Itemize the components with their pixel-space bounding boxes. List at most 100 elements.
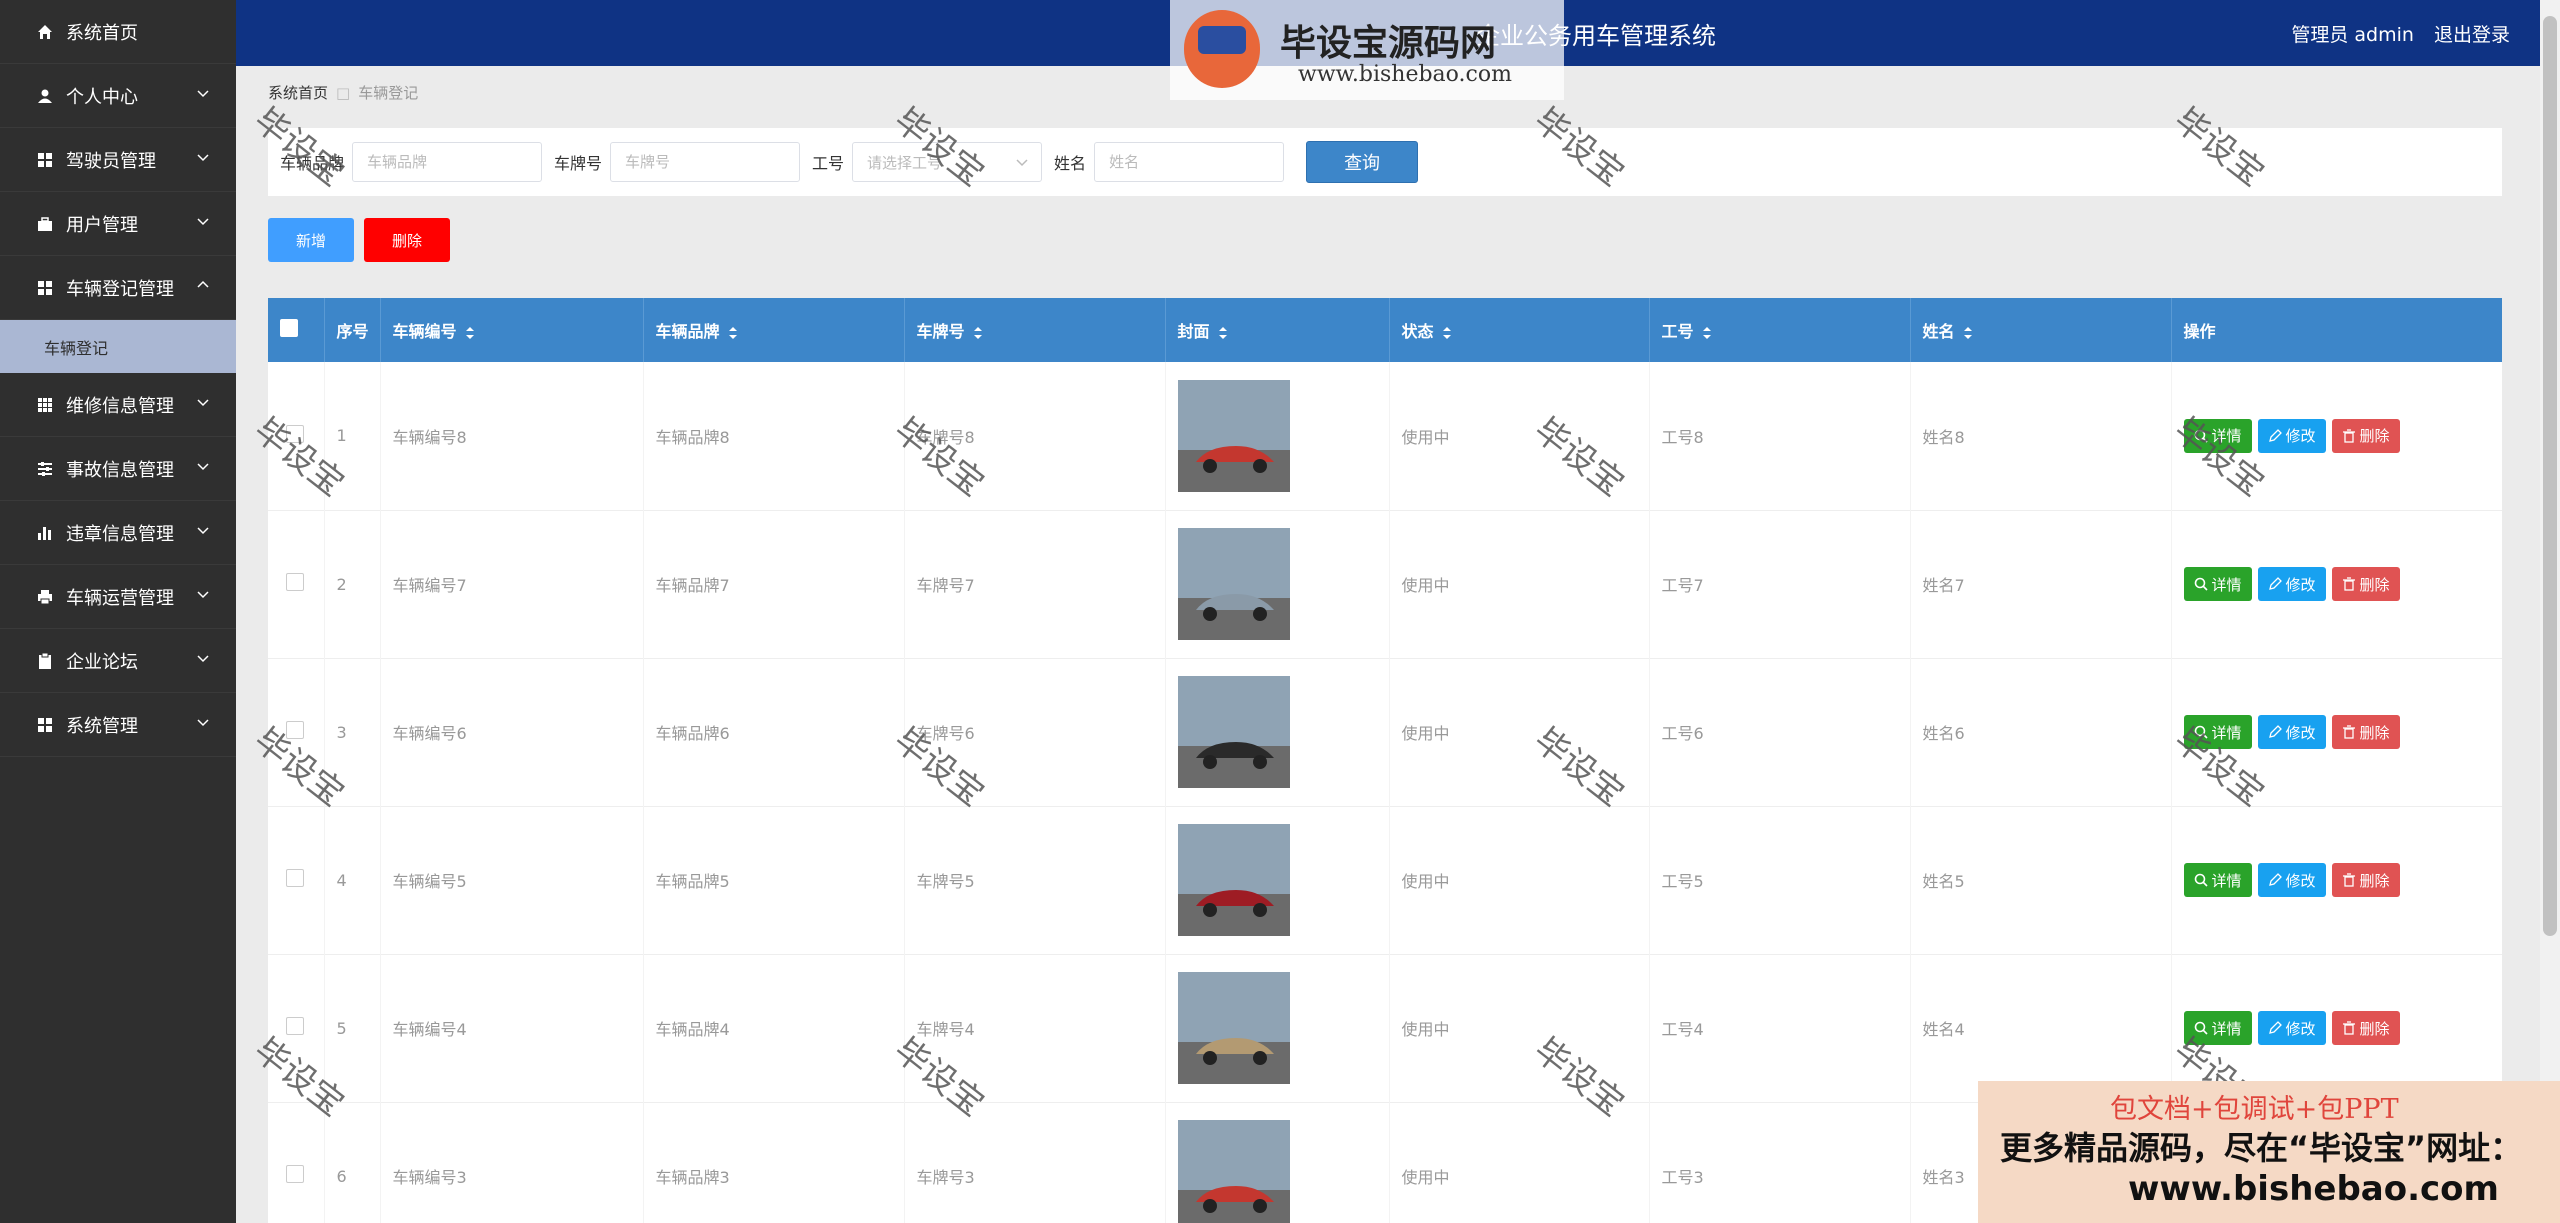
sidebar-item-forum[interactable]: 企业论坛 <box>0 629 236 693</box>
sort-icon[interactable] <box>1963 326 1973 340</box>
edit-label: 修改 <box>2285 575 2316 594</box>
sidebar-item-violation-management[interactable]: 违章信息管理 <box>0 501 236 565</box>
detail-button[interactable]: 详情 <box>2183 863 2252 897</box>
sort-icon[interactable] <box>465 326 475 340</box>
header-plate[interactable]: 车牌号 <box>904 298 1166 362</box>
sidebar-subitem-label: 车辆登记 <box>44 338 109 358</box>
edit-button[interactable]: 修改 <box>2257 1011 2326 1045</box>
chevron-down-icon <box>197 218 209 226</box>
table-row: 2 车辆编号7 车辆品牌7 车牌号7 使用中 工号7 姓名7 详情 修改 删除 <box>268 510 2502 658</box>
page-scrollbar[interactable] <box>2540 0 2560 1223</box>
row-checkbox[interactable] <box>286 1017 305 1035</box>
edit-button[interactable]: 修改 <box>2257 715 2326 749</box>
cover-image[interactable] <box>1177 1120 1290 1223</box>
worknum-select[interactable]: 请选择工号 <box>852 142 1043 182</box>
breadcrumb-home[interactable]: 系统首页 <box>268 84 328 102</box>
edit-label: 修改 <box>2285 1019 2316 1038</box>
scrollbar-thumb[interactable] <box>2543 16 2557 936</box>
sidebar-subitem-vehicle-registration[interactable]: 车辆登记 <box>0 320 236 373</box>
header-worknum[interactable]: 工号 <box>1649 298 1911 362</box>
brand-input[interactable] <box>352 142 543 182</box>
sidebar-item-label: 车辆运营管理 <box>66 587 174 609</box>
header-name[interactable]: 姓名 <box>1910 298 2172 362</box>
plate-input[interactable] <box>610 142 801 182</box>
cell-operations: 详情 修改 删除 <box>2171 954 2502 1102</box>
cell-worknum: 工号4 <box>1649 954 1911 1102</box>
header-status[interactable]: 状态 <box>1389 298 1650 362</box>
cell-plate: 车牌号8 <box>904 362 1166 510</box>
delete-label: 删除 <box>2359 427 2390 446</box>
header-code[interactable]: 车辆编号 <box>380 298 644 362</box>
delete-label: 删除 <box>2359 575 2390 594</box>
edit-button[interactable]: 修改 <box>2257 863 2326 897</box>
edit-icon <box>2268 873 2282 886</box>
delete-button[interactable]: 删除 <box>2331 418 2400 453</box>
cell-brand: 车辆品牌7 <box>643 510 905 658</box>
edit-button[interactable]: 修改 <box>2257 567 2326 601</box>
sort-icon[interactable] <box>1218 326 1228 340</box>
name-input[interactable] <box>1094 142 1285 182</box>
cell-name: 姓名8 <box>1910 362 2172 510</box>
cover-image[interactable] <box>1177 528 1290 640</box>
sort-icon[interactable] <box>1442 326 1452 340</box>
sidebar-item-repair-management[interactable]: 维修信息管理 <box>0 373 236 437</box>
cell-status: 使用中 <box>1389 362 1650 510</box>
row-select-cell <box>268 362 325 510</box>
chevron-down-icon <box>1016 159 1028 167</box>
sort-icon[interactable] <box>728 326 738 340</box>
detail-button[interactable]: 详情 <box>2183 715 2252 749</box>
logout-link[interactable]: 退出登录 <box>2434 24 2510 46</box>
sidebar-item-label: 事故信息管理 <box>66 459 174 481</box>
chevron-up-icon <box>197 280 209 288</box>
row-checkbox[interactable] <box>286 721 305 739</box>
sidebar-item-system-management[interactable]: 系统管理 <box>0 693 236 757</box>
batch-delete-button[interactable]: 删除 <box>364 218 450 262</box>
sidebar-item-personal-center[interactable]: 个人中心 <box>0 64 236 128</box>
cover-image[interactable] <box>1177 972 1290 1084</box>
edit-button[interactable]: 修改 <box>2257 418 2326 453</box>
delete-button[interactable]: 删除 <box>2331 863 2400 897</box>
delete-button[interactable]: 删除 <box>2331 567 2400 601</box>
detail-button[interactable]: 详情 <box>2183 418 2252 453</box>
cell-plate: 车牌号7 <box>904 510 1166 658</box>
sidebar-item-user-management[interactable]: 用户管理 <box>0 192 236 256</box>
sort-icon[interactable] <box>973 326 983 340</box>
cell-cover <box>1165 954 1390 1102</box>
promo-banner: 包文档+包调试+包PPT 更多精品源码，尽在“毕设宝”网址： www.bishe… <box>1978 1081 2560 1223</box>
cell-plate: 车牌号5 <box>904 806 1166 954</box>
header-cover[interactable]: 封面 <box>1165 298 1390 362</box>
query-button[interactable]: 查询 <box>1306 141 1419 183</box>
sort-icon[interactable] <box>1702 326 1712 340</box>
cell-index: 4 <box>324 806 381 954</box>
detail-button[interactable]: 详情 <box>2183 567 2252 601</box>
row-checkbox[interactable] <box>286 573 305 591</box>
sidebar-item-accident-management[interactable]: 事故信息管理 <box>0 437 236 501</box>
row-checkbox[interactable] <box>286 1165 305 1183</box>
header-brand[interactable]: 车辆品牌 <box>643 298 905 362</box>
cover-image[interactable] <box>1177 676 1290 788</box>
cover-image[interactable] <box>1177 824 1290 936</box>
table-row: 1 车辆编号8 车辆品牌8 车牌号8 使用中 工号8 姓名8 详情 修改 删除 <box>268 362 2502 510</box>
header-operations: 操作 <box>2171 298 2502 362</box>
detail-label: 详情 <box>2211 575 2242 594</box>
sidebar-item-home[interactable]: 系统首页 <box>0 0 236 64</box>
cover-image[interactable] <box>1177 379 1290 492</box>
delete-button[interactable]: 删除 <box>2331 715 2400 749</box>
delete-button[interactable]: 删除 <box>2331 1011 2400 1045</box>
row-select-cell <box>268 1102 325 1223</box>
sidebar-item-vehicle-operation-management[interactable]: 车辆运营管理 <box>0 565 236 629</box>
row-checkbox[interactable] <box>286 424 305 443</box>
watermark-logo: 毕设宝源码网 www.bishebao.com <box>1170 0 1564 100</box>
sidebar-item-driver-management[interactable]: 驾驶员管理 <box>0 128 236 192</box>
sidebar-item-vehicle-registration-management[interactable]: 车辆登记管理 <box>0 256 236 320</box>
add-button[interactable]: 新增 <box>268 218 354 262</box>
select-all-checkbox[interactable] <box>280 319 298 337</box>
delete-label: 删除 <box>2359 871 2390 890</box>
trash-icon <box>2342 725 2355 739</box>
trash-icon <box>2342 873 2355 887</box>
row-checkbox[interactable] <box>286 869 305 887</box>
cell-status: 使用中 <box>1389 1102 1650 1223</box>
detail-button[interactable]: 详情 <box>2183 1011 2252 1045</box>
cell-code: 车辆编号6 <box>380 658 644 806</box>
bar-chart-icon <box>36 524 54 542</box>
